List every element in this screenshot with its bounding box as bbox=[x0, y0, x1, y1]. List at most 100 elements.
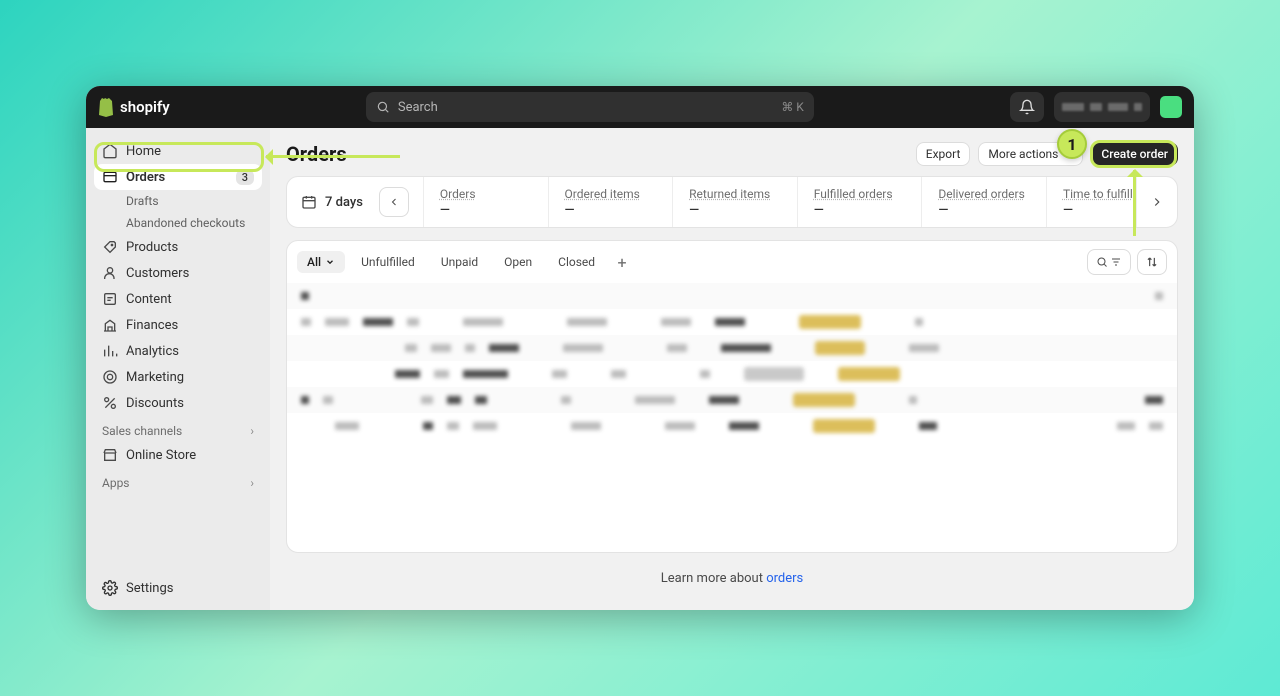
page-header: Orders Export More actions Create order bbox=[286, 142, 1178, 166]
settings-label: Settings bbox=[126, 581, 173, 596]
tabs-row: All Unfulfilled Unpaid Open Closed + bbox=[287, 241, 1177, 283]
sidebar-section-apps[interactable]: Apps › bbox=[94, 468, 262, 494]
brand-text: shopify bbox=[120, 98, 170, 116]
chevron-left-icon bbox=[388, 196, 400, 208]
learn-more-text: Learn more about orders bbox=[286, 553, 1178, 596]
sidebar-item-label: Online Store bbox=[126, 448, 196, 463]
stat-fulfilled-orders[interactable]: Fulfilled orders — bbox=[798, 177, 923, 227]
callout-arrow-to-create bbox=[1133, 170, 1136, 236]
app-window: 1 shopify Search ⌘ K Hom bbox=[86, 86, 1194, 610]
table-header-row bbox=[287, 283, 1177, 309]
date-range-label: 7 days bbox=[325, 195, 363, 210]
sidebar-item-label: Marketing bbox=[126, 370, 184, 385]
home-icon bbox=[102, 143, 118, 159]
sidebar-item-label: Discounts bbox=[126, 396, 184, 411]
add-tab-button[interactable]: + bbox=[611, 251, 633, 273]
table-row[interactable] bbox=[287, 309, 1177, 335]
table-row[interactable] bbox=[287, 335, 1177, 361]
date-prev-button[interactable] bbox=[379, 187, 409, 217]
sidebar-item-finances[interactable]: Finances bbox=[94, 312, 262, 338]
table-row[interactable] bbox=[287, 387, 1177, 413]
sidebar-item-drafts[interactable]: Drafts bbox=[94, 190, 262, 212]
sidebar-item-label: Home bbox=[126, 144, 161, 159]
search-icon bbox=[1096, 256, 1108, 268]
customers-icon bbox=[102, 265, 118, 281]
chevron-right-icon bbox=[1150, 195, 1164, 209]
sidebar-item-label: Products bbox=[126, 240, 178, 255]
filter-icon bbox=[1110, 256, 1122, 268]
sidebar-item-analytics[interactable]: Analytics bbox=[94, 338, 262, 364]
sidebar-item-content[interactable]: Content bbox=[94, 286, 262, 312]
tab-open[interactable]: Open bbox=[494, 251, 542, 273]
shopify-logo[interactable]: shopify bbox=[98, 97, 170, 117]
stats-next-button[interactable] bbox=[1137, 177, 1177, 227]
tab-closed[interactable]: Closed bbox=[548, 251, 605, 273]
callout-arrow-to-orders bbox=[266, 155, 400, 158]
sidebar-item-label: Analytics bbox=[126, 344, 179, 359]
stat-orders[interactable]: Orders — bbox=[424, 177, 549, 227]
finances-icon bbox=[102, 317, 118, 333]
tab-all[interactable]: All bbox=[297, 251, 345, 273]
topbar: shopify Search ⌘ K bbox=[86, 86, 1194, 128]
section-label: Sales channels bbox=[102, 424, 182, 438]
sidebar-item-label: Finances bbox=[126, 318, 178, 333]
chevron-right-icon: › bbox=[250, 424, 254, 438]
stat-ordered-items[interactable]: Ordered items — bbox=[549, 177, 674, 227]
table-row[interactable] bbox=[287, 361, 1177, 387]
sidebar-item-customers[interactable]: Customers bbox=[94, 260, 262, 286]
date-range-picker[interactable]: 7 days bbox=[287, 177, 424, 227]
stat-returned-items[interactable]: Returned items — bbox=[673, 177, 798, 227]
sidebar-item-home[interactable]: Home bbox=[94, 138, 262, 164]
store-switcher[interactable] bbox=[1054, 92, 1150, 122]
sidebar-item-settings[interactable]: Settings bbox=[94, 574, 262, 602]
sidebar-item-orders[interactable]: Orders 3 bbox=[94, 164, 262, 190]
sidebar-item-label: Content bbox=[126, 292, 172, 307]
sidebar-item-discounts[interactable]: Discounts bbox=[94, 390, 262, 416]
tab-unfulfilled[interactable]: Unfulfilled bbox=[351, 251, 425, 273]
sidebar-item-marketing[interactable]: Marketing bbox=[94, 364, 262, 390]
orders-help-link[interactable]: orders bbox=[766, 571, 803, 586]
export-button[interactable]: Export bbox=[916, 142, 971, 166]
orders-table-body bbox=[287, 283, 1177, 552]
search-filter-button[interactable] bbox=[1087, 249, 1131, 275]
chevron-down-icon bbox=[325, 257, 335, 267]
content-icon bbox=[102, 291, 118, 307]
sidebar-item-products[interactable]: Products bbox=[94, 234, 262, 260]
main-content: Orders Export More actions Create order … bbox=[270, 128, 1194, 610]
sidebar-item-online-store[interactable]: Online Store bbox=[94, 442, 262, 468]
search-shortcut: ⌘ K bbox=[781, 100, 804, 114]
sidebar-item-label: Orders bbox=[126, 170, 165, 185]
gear-icon bbox=[102, 580, 118, 596]
page-title: Orders bbox=[286, 142, 347, 166]
tab-unpaid[interactable]: Unpaid bbox=[431, 251, 488, 273]
stats-card: 7 days Orders — Ordered items — Returned… bbox=[286, 176, 1178, 228]
sidebar-item-label: Customers bbox=[126, 266, 189, 281]
sidebar-section-sales-channels[interactable]: Sales channels › bbox=[94, 416, 262, 442]
callout-badge-1: 1 bbox=[1057, 129, 1087, 159]
shopify-bag-icon bbox=[98, 97, 116, 117]
marketing-icon bbox=[102, 369, 118, 385]
orders-icon bbox=[102, 169, 118, 185]
section-label: Apps bbox=[102, 476, 130, 490]
chevron-right-icon: › bbox=[250, 476, 254, 490]
stat-time-to-fulfill[interactable]: Time to fulfill — bbox=[1047, 177, 1137, 227]
notifications-button[interactable] bbox=[1010, 92, 1044, 122]
discounts-icon bbox=[102, 395, 118, 411]
orders-table-card: All Unfulfilled Unpaid Open Closed + bbox=[286, 240, 1178, 553]
store-icon bbox=[102, 447, 118, 463]
orders-badge: 3 bbox=[236, 170, 254, 185]
bell-icon bbox=[1019, 99, 1035, 115]
search-placeholder: Search bbox=[398, 100, 438, 115]
sidebar-item-abandoned[interactable]: Abandoned checkouts bbox=[94, 212, 262, 234]
sidebar: Home Orders 3 Drafts Abandoned checkouts… bbox=[86, 128, 270, 610]
search-icon bbox=[376, 100, 390, 114]
sort-icon bbox=[1145, 255, 1159, 269]
stat-delivered-orders[interactable]: Delivered orders — bbox=[922, 177, 1047, 227]
analytics-icon bbox=[102, 343, 118, 359]
calendar-icon bbox=[301, 194, 317, 210]
avatar[interactable] bbox=[1160, 96, 1182, 118]
products-icon bbox=[102, 239, 118, 255]
table-row[interactable] bbox=[287, 413, 1177, 439]
sort-button[interactable] bbox=[1137, 249, 1167, 275]
search-input[interactable]: Search ⌘ K bbox=[366, 92, 814, 122]
